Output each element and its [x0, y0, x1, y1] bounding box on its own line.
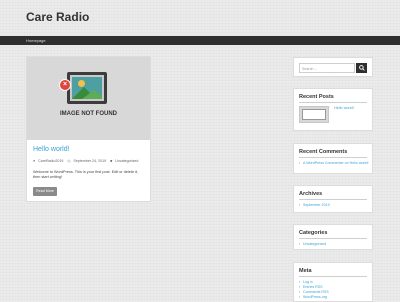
divider — [299, 238, 367, 239]
widget-title: Meta — [299, 268, 312, 274]
post-thumbnail[interactable]: × IMAGE NOT FOUND — [27, 57, 150, 140]
search-button[interactable] — [356, 63, 367, 73]
author-icon: ● — [33, 159, 36, 163]
widget-title: Categories — [299, 230, 328, 236]
archives-widget: Archives September 2019 — [293, 185, 373, 213]
post-date[interactable]: September 24, 2019 — [74, 159, 107, 163]
post-excerpt: Welcome to WordPress. This is your first… — [33, 170, 139, 179]
post-meta: ● CareRadio2019 ◷ September 24, 2019 ■ Unca… — [33, 159, 141, 163]
widget-title: Recent Posts — [299, 94, 334, 100]
recent-comments-widget: Recent Comments A WordPress Commenter on… — [293, 143, 373, 174]
recent-post-thumbnail[interactable] — [299, 106, 329, 123]
site-title[interactable]: Care Radio — [26, 10, 89, 24]
archive-link[interactable]: September 2019 — [299, 203, 369, 208]
meta-link-wordpress[interactable]: WordPress.org — [299, 295, 369, 300]
search-input[interactable]: Search ... — [299, 63, 355, 73]
categories-list: Uncategorized — [299, 242, 369, 247]
widget-title: Recent Comments — [299, 149, 348, 155]
meta-widget: Meta Log in Entries RSS Comments RSS Wor… — [293, 262, 373, 302]
image-placeholder-icon — [67, 72, 107, 104]
archives-list: September 2019 — [299, 203, 369, 208]
divider — [299, 102, 367, 103]
recent-post-link[interactable]: Hello world! — [334, 106, 354, 110]
meta-list: Log in Entries RSS Comments RSS WordPres… — [299, 280, 369, 300]
post-card: × IMAGE NOT FOUND Hello world! ● CareRadi… — [26, 56, 151, 202]
clock-icon: ◷ — [67, 159, 71, 163]
widget-title: Archives — [299, 191, 323, 197]
divider — [299, 157, 367, 158]
divider — [299, 199, 367, 200]
image-not-found-text: IMAGE NOT FOUND — [60, 111, 117, 117]
read-more-button[interactable]: Read More — [33, 187, 57, 196]
nav-item-homepage[interactable]: Homepage — [26, 36, 46, 45]
search-widget: Search ... — [293, 57, 373, 77]
comments-list: A WordPress Commenter on Hello world! — [299, 161, 369, 166]
error-x-icon: × — [59, 79, 71, 91]
post-author[interactable]: CareRadio2019 — [38, 159, 63, 163]
folder-icon: ■ — [110, 159, 113, 163]
post-category[interactable]: Uncategorized — [115, 159, 138, 163]
search-icon — [359, 65, 365, 71]
categories-widget: Categories Uncategorized — [293, 224, 373, 250]
divider — [299, 276, 367, 277]
main-navigation: Homepage — [0, 36, 400, 45]
category-link[interactable]: Uncategorized — [299, 242, 369, 247]
recent-posts-widget: Recent Posts Hello world! — [293, 88, 373, 131]
comment-link[interactable]: A WordPress Commenter on Hello world! — [299, 161, 369, 166]
post-title[interactable]: Hello world! — [33, 146, 70, 153]
